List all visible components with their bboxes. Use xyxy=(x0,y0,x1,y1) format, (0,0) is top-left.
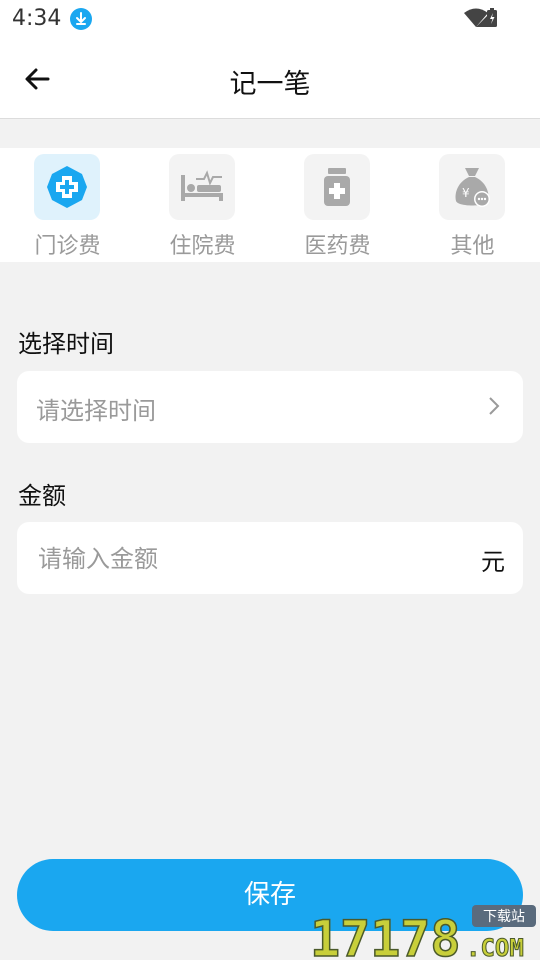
site-watermark: 下载站 17178 .COM xyxy=(310,905,536,960)
battery-icon xyxy=(487,8,497,27)
category-icon-box: ¥ xyxy=(439,154,505,220)
category-inpatient[interactable]: 住院费 xyxy=(135,154,270,260)
amount-unit: 元 xyxy=(481,548,505,576)
category-label: 住院费 xyxy=(169,234,236,259)
watermark-suffix: .COM xyxy=(466,934,524,960)
medicine-bottle-icon xyxy=(324,168,350,206)
download-icon xyxy=(70,8,92,30)
svg-text:¥: ¥ xyxy=(462,186,470,200)
money-bag-icon: ¥ xyxy=(455,168,490,207)
time-picker-placeholder: 请选择时间 xyxy=(36,397,156,425)
time-section-label: 选择时间 xyxy=(18,330,114,358)
category-icon-box xyxy=(169,154,235,220)
status-bar: 4:34 xyxy=(0,0,540,38)
category-selector: 门诊费 住院费 医药费 ¥ 其他 xyxy=(0,148,540,262)
category-label: 其他 xyxy=(450,234,495,259)
time-picker[interactable]: 请选择时间 xyxy=(17,371,523,443)
amount-section-label: 金额 xyxy=(18,482,66,510)
hospital-cross-icon xyxy=(47,166,87,208)
amount-field: 元 xyxy=(17,522,523,594)
watermark-badge: 下载站 xyxy=(483,909,525,925)
category-label: 门诊费 xyxy=(34,234,101,259)
category-other[interactable]: ¥ 其他 xyxy=(405,154,540,260)
category-icon-box xyxy=(34,154,100,220)
watermark-number: 17178 xyxy=(310,910,461,960)
category-label: 医药费 xyxy=(304,234,371,259)
hospital-bed-icon xyxy=(181,170,223,201)
category-medicine[interactable]: 医药费 xyxy=(270,154,405,260)
category-outpatient[interactable]: 门诊费 xyxy=(0,154,135,260)
amount-input[interactable] xyxy=(36,536,460,582)
category-icon-box xyxy=(304,154,370,220)
chevron-right-icon xyxy=(489,397,500,415)
status-time: 4:34 xyxy=(12,6,62,31)
app-header: 记一笔 xyxy=(0,38,540,119)
page-title: 记一笔 xyxy=(229,69,311,100)
